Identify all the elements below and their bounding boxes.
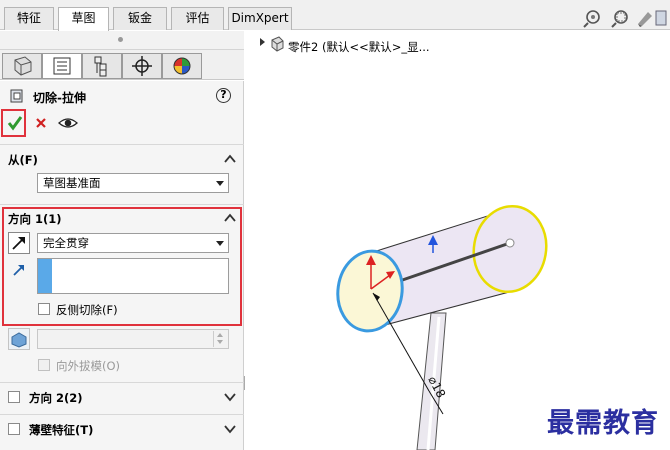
dropdown-arrow-icon xyxy=(216,181,224,186)
tab-dimxpert-manager[interactable] xyxy=(122,53,162,79)
tab-dimxpert[interactable]: DimXpert xyxy=(228,7,292,30)
divider xyxy=(0,414,244,415)
panel-splitter[interactable] xyxy=(0,31,244,50)
zoom-to-fit-icon[interactable] xyxy=(583,10,600,28)
divider xyxy=(0,382,244,383)
splitter-grip xyxy=(118,37,123,42)
from-select[interactable]: 草图基准面 xyxy=(37,173,229,193)
direction2-section-header[interactable]: 方向 2(2) xyxy=(29,390,83,406)
chevron-down-icon[interactable] xyxy=(224,391,236,403)
draft-icon xyxy=(11,332,27,348)
help-button[interactable]: ? xyxy=(216,88,231,103)
divider xyxy=(0,144,244,145)
draft-outward-checkbox xyxy=(38,359,50,371)
section-view-icon[interactable] xyxy=(655,10,667,26)
previous-view-icon[interactable] xyxy=(638,12,652,27)
tab-configuration-manager[interactable] xyxy=(82,53,122,79)
preview-eye-icon[interactable] xyxy=(58,116,78,130)
divider xyxy=(0,204,244,205)
thin-feature-checkbox[interactable] xyxy=(8,423,20,435)
tab-sheet-metal[interactable]: 钣金 xyxy=(113,7,167,30)
tab-display-manager[interactable] xyxy=(162,53,202,79)
model-viewport: ⌀18 xyxy=(336,204,548,450)
direction1-highlight-box xyxy=(2,207,242,326)
cut-extrude-icon xyxy=(10,89,23,103)
crosshair-icon xyxy=(132,56,152,76)
configuration-icon xyxy=(94,56,107,77)
tab-evaluate[interactable]: 评估 xyxy=(171,7,224,30)
ok-highlight-box xyxy=(1,109,26,137)
feature-tree-icon xyxy=(14,56,32,76)
tab-feature-tree[interactable] xyxy=(2,53,42,79)
manager-tabs xyxy=(0,50,244,80)
tab-features[interactable]: 特征 xyxy=(4,7,54,30)
spin-buttons[interactable] xyxy=(213,331,227,347)
tab-sketch[interactable]: 草图 xyxy=(58,7,109,31)
watermark: 最需教育 xyxy=(547,408,659,439)
draft-outward-label: 向外拔模(O) xyxy=(56,359,121,373)
zoom-to-area-icon[interactable] xyxy=(611,10,628,28)
from-section-header[interactable]: 从(F) xyxy=(8,152,38,168)
appearance-ball-icon xyxy=(173,57,191,75)
command-manager-tabs: 特征 草图 钣金 评估 DimXpert xyxy=(0,0,670,31)
feature-title: 切除-拉伸 xyxy=(33,91,86,105)
draft-toggle-button[interactable] xyxy=(8,328,30,350)
view-toolbar xyxy=(583,10,667,28)
property-manager-icon xyxy=(53,57,71,75)
from-select-value: 草图基准面 xyxy=(43,176,101,190)
spin-up-icon xyxy=(217,333,223,337)
spin-down-icon xyxy=(217,340,223,344)
graphics-area[interactable]: 零件2 (默认<<默认>_显... ⌀18 最需教育 xyxy=(245,31,670,450)
direction2-checkbox[interactable] xyxy=(8,391,20,403)
tab-property-manager[interactable] xyxy=(42,53,82,79)
draft-angle-field[interactable] xyxy=(37,329,229,349)
sketch-point xyxy=(505,238,515,248)
chevron-down-icon[interactable] xyxy=(224,423,236,435)
chevron-up-icon[interactable] xyxy=(224,153,236,165)
thin-feature-section-header[interactable]: 薄壁特征(T) xyxy=(29,422,93,438)
cancel-icon[interactable] xyxy=(35,117,47,129)
